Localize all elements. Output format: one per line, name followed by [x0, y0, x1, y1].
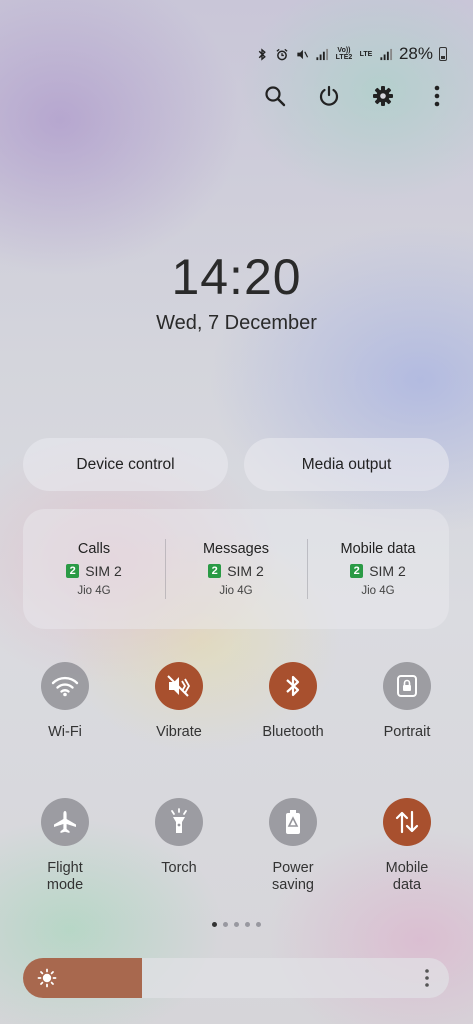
tile-flight-mode-label: Flight mode: [46, 860, 84, 893]
bluetooth-icon: [286, 675, 300, 697]
page-dot[interactable]: [212, 922, 217, 927]
tile-torch-toggle[interactable]: [155, 798, 203, 846]
power-button[interactable]: [317, 82, 341, 110]
sim-messages-title: Messages: [202, 541, 270, 557]
tile-wifi-toggle[interactable]: [41, 662, 89, 710]
tile-bluetooth-label: Bluetooth: [262, 724, 324, 740]
clock-date: Wed, 7 December: [156, 312, 317, 334]
tile-vibrate-toggle[interactable]: [155, 662, 203, 710]
page-indicator: [0, 922, 473, 927]
more-options-button[interactable]: [425, 82, 449, 110]
power-saving-icon: [286, 810, 300, 834]
tile-vibrate[interactable]: Vibrate: [122, 662, 236, 741]
tile-flight-mode-toggle[interactable]: [41, 798, 89, 846]
status-bar: Vo)) LTE2 LTE 28%: [255, 44, 447, 64]
sim-calls-operator: Jio 4G: [77, 585, 111, 597]
settings-gear-icon: [373, 86, 393, 106]
alarm-icon: [276, 48, 288, 60]
tile-wifi[interactable]: Wi-Fi: [8, 662, 122, 741]
media-output-label: Media output: [301, 455, 392, 473]
sim-calls-label: SIM 2: [85, 563, 122, 579]
brightness-slider[interactable]: [23, 958, 449, 998]
tile-wifi-label: Wi-Fi: [48, 724, 82, 740]
tile-torch-label: Torch: [161, 860, 197, 876]
device-control-button[interactable]: Device control: [23, 438, 228, 491]
search-button[interactable]: [263, 82, 287, 110]
top-actions: [263, 82, 449, 110]
tile-mobile-data-label: Mobile data: [385, 860, 429, 893]
sim-mobile-data-title: Mobile data: [340, 541, 416, 557]
sim-messages-operator: Jio 4G: [219, 585, 253, 597]
mobile-data-icon: [395, 810, 419, 834]
tile-portrait-label: Portrait: [383, 724, 431, 740]
tile-bluetooth[interactable]: Bluetooth: [236, 662, 350, 741]
search-icon: [265, 86, 286, 107]
tile-mobile-data-toggle[interactable]: [383, 798, 431, 846]
tile-bluetooth-toggle[interactable]: [269, 662, 317, 710]
sim-messages-label: SIM 2: [227, 563, 264, 579]
battery-percent: 28%: [398, 44, 433, 63]
tile-portrait-toggle[interactable]: [383, 662, 431, 710]
bluetooth-icon: [258, 47, 266, 61]
tile-mobile-data[interactable]: Mobile data: [350, 798, 464, 894]
sim-mobile-data[interactable]: Mobile data 2 SIM 2 Jio 4G: [307, 509, 449, 629]
sun-icon: [37, 968, 57, 988]
tile-vibrate-label: Vibrate: [156, 724, 202, 740]
lte-icon: LTE: [359, 50, 373, 58]
tile-flight-mode[interactable]: Flight mode: [8, 798, 122, 894]
sim-calls-title: Calls: [77, 541, 111, 557]
tile-power-saving-label: Power saving: [272, 860, 314, 893]
tile-torch[interactable]: Torch: [122, 798, 236, 877]
volte-icon: Vo)) LTE2: [335, 47, 353, 61]
clock-time: 14:20: [171, 249, 302, 305]
page-dot[interactable]: [234, 922, 239, 927]
battery-icon: [439, 47, 447, 61]
media-output-button[interactable]: Media output: [244, 438, 449, 491]
sim-badge: 2: [350, 564, 364, 578]
tile-power-saving-toggle[interactable]: [269, 798, 317, 846]
settings-button[interactable]: [371, 82, 395, 110]
sim-mobile-data-operator: Jio 4G: [361, 585, 395, 597]
tile-portrait[interactable]: Portrait: [350, 662, 464, 741]
brightness-more-icon[interactable]: [419, 967, 435, 989]
mute-vibrate-icon: [297, 49, 309, 59]
sim-manager-panel: Calls 2 SIM 2 Jio 4G Messages 2 SIM 2 Jio …: [23, 509, 449, 629]
sim-calls[interactable]: Calls 2 SIM 2 Jio 4G: [23, 509, 165, 629]
sim-mobile-data-label: SIM 2: [369, 563, 406, 579]
page-dot[interactable]: [256, 922, 261, 927]
sim-messages[interactable]: Messages 2 SIM 2 Jio 4G: [165, 509, 307, 629]
page-dot[interactable]: [245, 922, 250, 927]
wifi-icon: [51, 676, 79, 697]
page-dot[interactable]: [223, 922, 228, 927]
tile-power-saving[interactable]: Power saving: [236, 798, 350, 894]
signal-icon: [316, 48, 329, 60]
power-icon: [319, 85, 339, 106]
portrait-lock-icon: [397, 675, 417, 697]
airplane-icon: [54, 811, 76, 833]
device-control-label: Device control: [76, 455, 175, 473]
more-vertical-icon: [434, 85, 440, 107]
signal-icon: [380, 48, 393, 60]
sim-badge: 2: [66, 564, 80, 578]
vibrate-icon: [167, 675, 191, 697]
torch-icon: [171, 808, 187, 833]
sim-badge: 2: [208, 564, 222, 578]
